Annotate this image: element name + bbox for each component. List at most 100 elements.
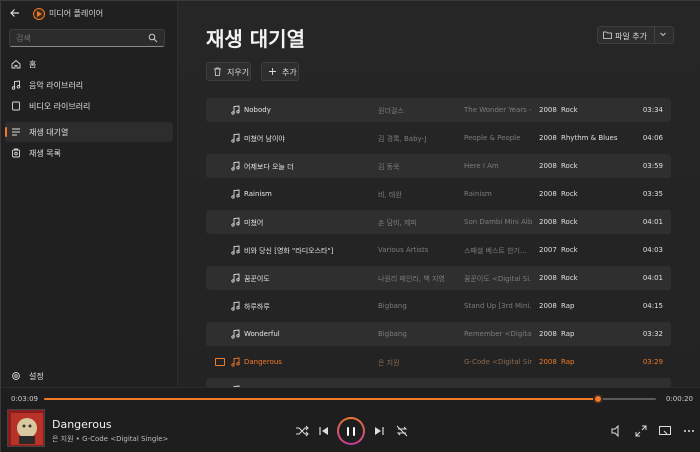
table-row[interactable] xyxy=(206,378,671,387)
add-button[interactable]: 추가 xyxy=(261,62,299,81)
now-playing-subtitle[interactable]: 은 지원 • G-Code <Digital Single> xyxy=(52,434,168,444)
track-title: 미쳤어 xyxy=(244,219,264,227)
track-album: 꿈꾼이도 <Digital Si... xyxy=(464,275,532,283)
home-icon xyxy=(11,59,21,69)
music-note-icon xyxy=(231,357,240,367)
cast-icon[interactable] xyxy=(658,424,672,438)
track-album: Remember <Digital... xyxy=(464,330,532,338)
sidebar-item-label: 재생 대기열 xyxy=(29,128,69,137)
sidebar-item-video-library[interactable]: 비디오 라이브러리 xyxy=(5,96,173,116)
sidebar-item-playlists[interactable]: 재생 목록 xyxy=(5,143,173,163)
track-album: People & People xyxy=(464,134,521,142)
sidebar-item-play-queue[interactable]: 재생 대기열 xyxy=(5,122,173,142)
track-artist: Various Artists xyxy=(378,246,429,254)
track-genre: Rock xyxy=(561,106,578,114)
seek-thumb[interactable] xyxy=(592,394,603,404)
video-icon xyxy=(12,101,20,111)
search-box[interactable] xyxy=(9,29,165,47)
back-arrow-icon[interactable] xyxy=(9,7,23,21)
track-album: Stand Up [3rd Mini... xyxy=(464,302,532,310)
track-artist: 비, 태완 xyxy=(378,191,402,199)
now-playing-indicator-icon xyxy=(215,358,225,366)
add-label: 추가 xyxy=(282,68,297,77)
track-artist: 원더걸스 xyxy=(378,107,404,115)
track-duration: 03:29 xyxy=(642,358,663,366)
track-duration: 03:59 xyxy=(642,162,663,170)
pause-icon xyxy=(339,419,363,443)
track-duration: 04:06 xyxy=(642,134,663,142)
music-note-icon xyxy=(231,329,240,339)
shuffle-icon[interactable] xyxy=(295,424,309,438)
music-note-icon xyxy=(231,161,240,171)
table-row[interactable]: Wonderful Bigbang Remember <Digital... 2008… xyxy=(206,322,671,346)
previous-icon[interactable] xyxy=(317,424,331,438)
seek-bar-fill xyxy=(44,398,598,400)
sidebar-item-home[interactable]: 홈 xyxy=(5,54,173,74)
track-duration: 04:15 xyxy=(642,302,663,310)
track-title: 꿈꾼이도 xyxy=(244,275,270,283)
sidebar-item-label: 홈 xyxy=(29,60,37,69)
track-list: Nobody 원더걸스 The Wonder Years -... 2008 Rock 0… xyxy=(206,98,671,387)
main-content: 재생 대기열 파일 추가 지우기 추가 Nobody 원더걸스 The Wonder… xyxy=(177,1,700,387)
repeat-off-icon[interactable] xyxy=(395,424,409,438)
sidebar-item-label: 비디오 라이브러리 xyxy=(29,102,91,111)
sidebar-item-label: 재생 목록 xyxy=(29,149,61,158)
table-row[interactable]: Dangerous 은 지원 G-Code <Digital Sin... 2008 R… xyxy=(206,350,671,374)
track-album: 스페셜 베스트 한기... xyxy=(464,247,527,255)
track-artist: Bigbang xyxy=(378,302,407,310)
table-row[interactable]: 비와 당신 [영화 "라디오스타"] Various Artists 스페셜 베스트… xyxy=(206,238,671,262)
add-file-button[interactable]: 파일 추가 xyxy=(597,26,674,44)
volume-icon[interactable] xyxy=(610,424,624,438)
sidebar: 홈 음악 라이브러리 비디오 라이브러리 재생 대기열 재생 목록 xyxy=(1,27,177,387)
app-title: 미디어 플레이어 xyxy=(49,9,104,18)
track-album: Son Dambi Mini Album... xyxy=(464,218,532,226)
chevron-down-icon[interactable] xyxy=(659,30,667,40)
settings-label: 설정 xyxy=(29,372,44,381)
player-bar: 0:03:09 0:00:20 Dangerous 은 지원 • G-Code … xyxy=(1,387,700,452)
track-artist: 은 지원 xyxy=(378,359,400,367)
track-genre: Rhythm & Blues xyxy=(561,134,618,142)
next-icon[interactable] xyxy=(372,424,386,438)
table-row[interactable]: 하루하루 Bigbang Stand Up [3rd Mini... 2008 Rap 0… xyxy=(206,294,671,318)
more-options-icon[interactable] xyxy=(682,424,696,438)
sidebar-item-music-library[interactable]: 음악 라이브러리 xyxy=(5,75,173,95)
table-row[interactable]: Rainism 비, 태완 Rainism 2008 Rock 03:35 xyxy=(206,182,671,206)
music-note-icon xyxy=(231,245,240,255)
settings-button[interactable]: 설정 xyxy=(5,367,173,385)
pause-bar xyxy=(352,427,355,436)
media-player-window: 미디어 플레이어 홈 음악 라이브러리 비디오 라이브러리 xyxy=(0,0,700,452)
table-row[interactable]: 미쳤어 손 담비, 제피 Son Dambi Mini Album... 2008 Ro… xyxy=(206,210,671,234)
track-genre: Rock xyxy=(561,190,578,198)
track-duration: 03:34 xyxy=(642,106,663,114)
track-genre: Rock xyxy=(561,218,578,226)
track-genre: Rap xyxy=(561,358,575,366)
search-input[interactable] xyxy=(16,32,146,44)
track-year: 2008 xyxy=(539,274,557,282)
track-duration: 04:03 xyxy=(642,246,663,254)
table-row[interactable]: Nobody 원더걸스 The Wonder Years -... 2008 Rock 0… xyxy=(206,98,671,122)
seek-bar[interactable] xyxy=(44,394,656,404)
album-art xyxy=(7,409,45,447)
folder-icon xyxy=(603,31,612,39)
track-album: Here I Am xyxy=(464,162,499,170)
table-row[interactable]: 미쳤어 남이야 김 경록, Baby-J People & People 2008 Rh… xyxy=(206,126,671,150)
pause-bar xyxy=(346,427,349,436)
track-genre: Rock xyxy=(561,274,578,282)
fullscreen-icon[interactable] xyxy=(634,424,648,438)
track-title: 미쳤어 남이야 xyxy=(244,135,285,143)
track-year: 2008 xyxy=(539,358,557,366)
music-note-icon xyxy=(231,105,240,115)
elapsed-time: 0:03:09 xyxy=(11,395,38,403)
playlist-icon xyxy=(12,148,20,158)
pause-button[interactable] xyxy=(337,417,365,445)
track-title: Rainism xyxy=(244,190,272,198)
table-row[interactable]: 꿈꾼이도 나원리 페인리, 백 지영 꿈꾼이도 <Digital Si... 2008… xyxy=(206,266,671,290)
track-title: Nobody xyxy=(244,106,271,114)
page-title: 재생 대기열 xyxy=(206,27,305,51)
table-row[interactable]: 어제보다 오늘 더 김 동욱 Here I Am 2008 Rock 03:59 xyxy=(206,154,671,178)
track-year: 2008 xyxy=(539,190,557,198)
track-genre: Rap xyxy=(561,330,575,338)
track-album: G-Code <Digital Sin... xyxy=(464,358,532,366)
clear-button[interactable]: 지우기 xyxy=(206,62,251,81)
search-icon[interactable] xyxy=(148,33,158,43)
